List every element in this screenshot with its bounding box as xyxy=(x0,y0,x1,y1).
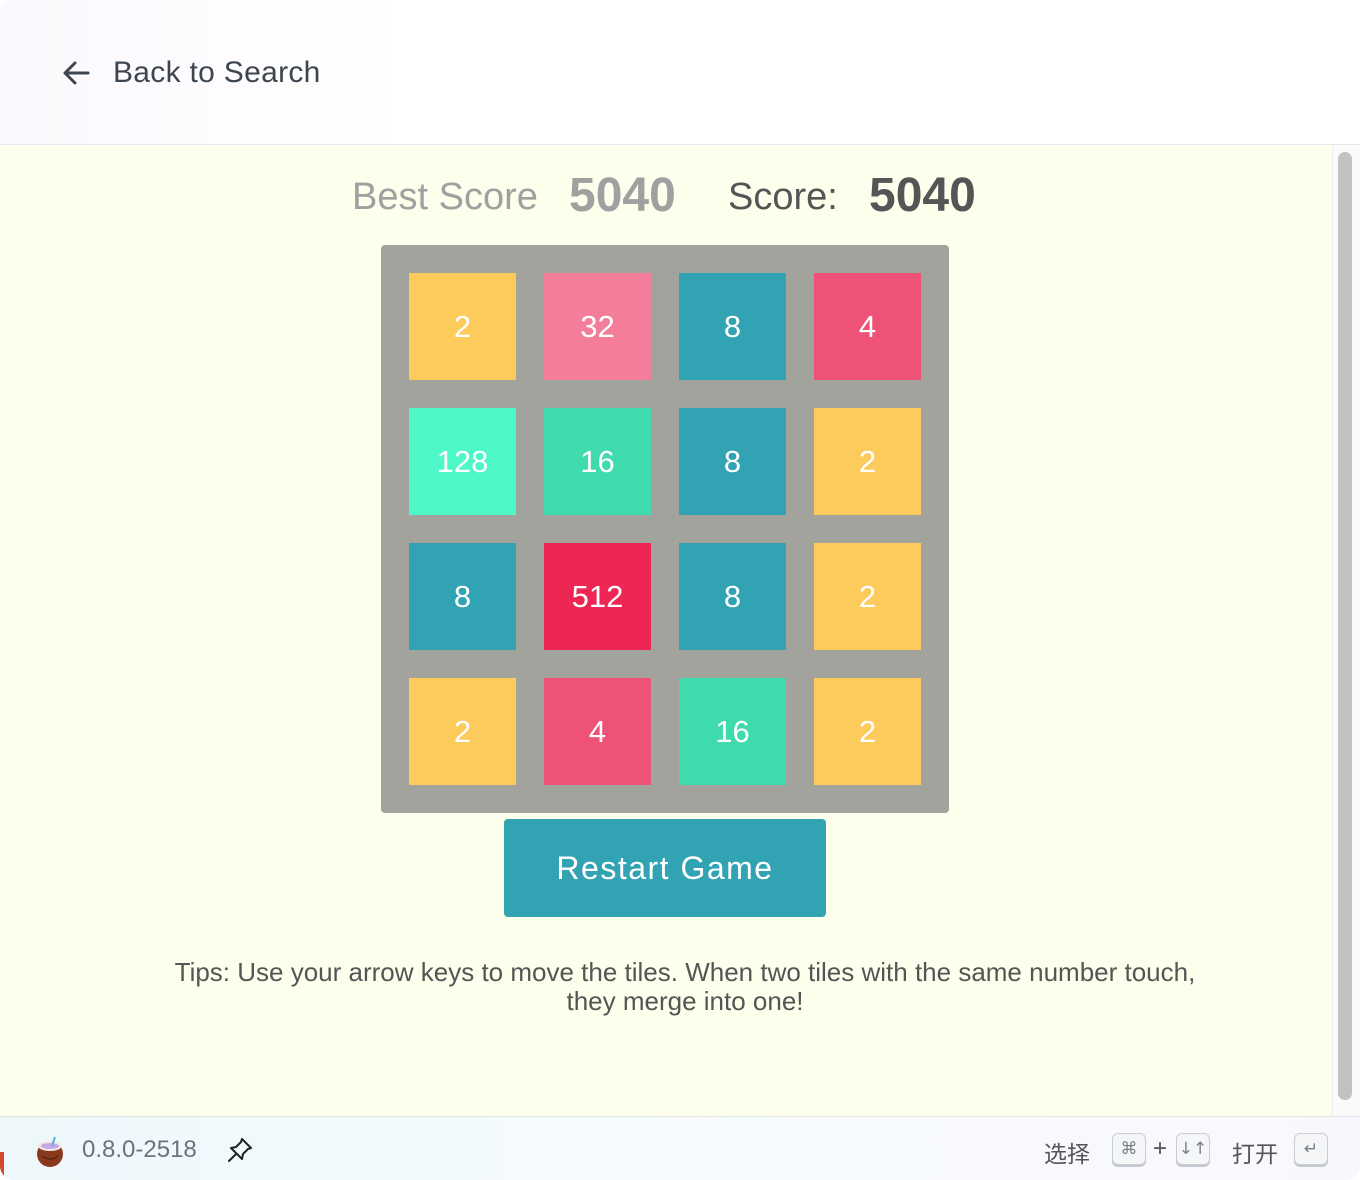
tile: 8 xyxy=(679,408,786,515)
tile: 8 xyxy=(679,273,786,380)
command-key-icon: ⌘ xyxy=(1112,1133,1146,1165)
best-score-value: 5040 xyxy=(569,169,676,222)
open-hint-label: 打开 xyxy=(1232,1142,1278,1168)
tile: 16 xyxy=(544,408,651,515)
back-to-search-label: Back to Search xyxy=(113,56,321,89)
plus-sign: + xyxy=(1153,1135,1168,1162)
score-label: Score: xyxy=(728,176,838,218)
tile: 8 xyxy=(409,543,516,650)
tile: 8 xyxy=(679,543,786,650)
restart-game-button[interactable]: Restart Game xyxy=(504,819,826,917)
scrollbar-thumb[interactable] xyxy=(1338,152,1352,1100)
header: Back to Search xyxy=(0,0,1360,145)
tile: 2 xyxy=(409,273,516,380)
tips-text: Tips: Use your arrow keys to move the ti… xyxy=(174,957,1196,1016)
tile: 2 xyxy=(814,543,921,650)
tile: 2 xyxy=(409,678,516,785)
coconut-logo-icon xyxy=(37,1136,63,1167)
back-to-search-button[interactable]: Back to Search xyxy=(58,50,321,96)
best-score-label: Best Score xyxy=(352,176,538,218)
tile: 2 xyxy=(814,408,921,515)
tile: 512 xyxy=(544,543,651,650)
tile: 4 xyxy=(814,273,921,380)
version-label: 0.8.0-2518 xyxy=(82,1136,197,1163)
tile: 32 xyxy=(544,273,651,380)
corner-mark xyxy=(0,1152,4,1180)
game-content: Best Score 5040 Score: 5040 2 32 8 4 128 16 8 2… xyxy=(0,146,1332,1116)
tile: 2 xyxy=(814,678,921,785)
score-value: 5040 xyxy=(869,169,976,222)
pin-icon[interactable] xyxy=(226,1136,254,1164)
select-hint-label: 选择 xyxy=(1044,1142,1090,1168)
game-board[interactable]: 2 32 8 4 128 16 8 2 8 512 8 2 2 4 16 2 xyxy=(381,245,949,813)
score-bar: Best Score 5040 Score: 5040 xyxy=(0,166,1332,226)
arrow-left-icon xyxy=(63,61,90,85)
tile: 4 xyxy=(544,678,651,785)
app-window: Back to Search Best Score 5040 Score: 50… xyxy=(0,0,1360,1180)
arrows-key-icon: ↓↑ xyxy=(1176,1133,1210,1165)
enter-key-icon: ↵ xyxy=(1294,1133,1328,1165)
tile: 128 xyxy=(409,408,516,515)
footer-bar: 0.8.0-2518 选择 ⌘ + ↓↑ 打开 ↵ xyxy=(0,1116,1360,1180)
tile: 16 xyxy=(679,678,786,785)
